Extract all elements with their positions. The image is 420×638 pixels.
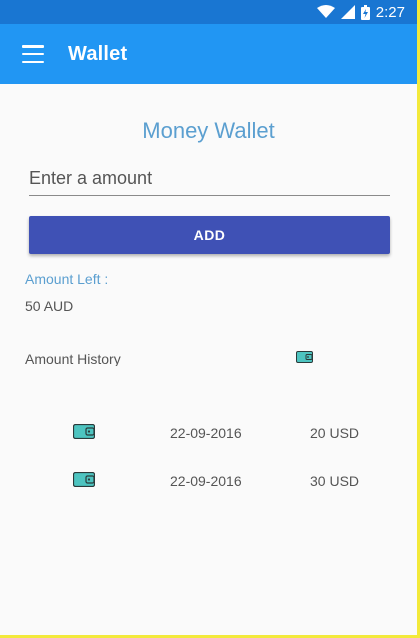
history-amount: 20 USD bbox=[310, 425, 360, 441]
wallet-icon bbox=[296, 350, 313, 368]
history-date: 22-09-2016 bbox=[170, 425, 242, 441]
history-amount: 30 USD bbox=[310, 473, 360, 489]
amount-input[interactable] bbox=[29, 166, 390, 196]
status-bar: 2:27 bbox=[0, 0, 417, 24]
wifi-icon bbox=[316, 5, 335, 19]
wallet-icon bbox=[72, 471, 96, 492]
battery-icon bbox=[360, 4, 370, 20]
app-bar: Wallet bbox=[0, 24, 417, 84]
app-title: Wallet bbox=[68, 42, 128, 65]
amount-left-value: 50 AUD bbox=[25, 298, 74, 314]
phone-screen: 2:27 Wallet Money Wallet ADD Amount Left… bbox=[0, 0, 417, 635]
add-button[interactable]: ADD bbox=[29, 216, 390, 254]
status-time: 2:27 bbox=[375, 3, 405, 21]
wallet-icon bbox=[72, 423, 96, 444]
history-label: Amount History bbox=[25, 351, 121, 366]
history-date: 22-09-2016 bbox=[170, 473, 242, 489]
menu-icon[interactable] bbox=[22, 45, 44, 63]
page-title: Money Wallet bbox=[142, 118, 275, 143]
amount-left-label: Amount Left : bbox=[25, 271, 109, 287]
signal-icon bbox=[340, 5, 355, 19]
